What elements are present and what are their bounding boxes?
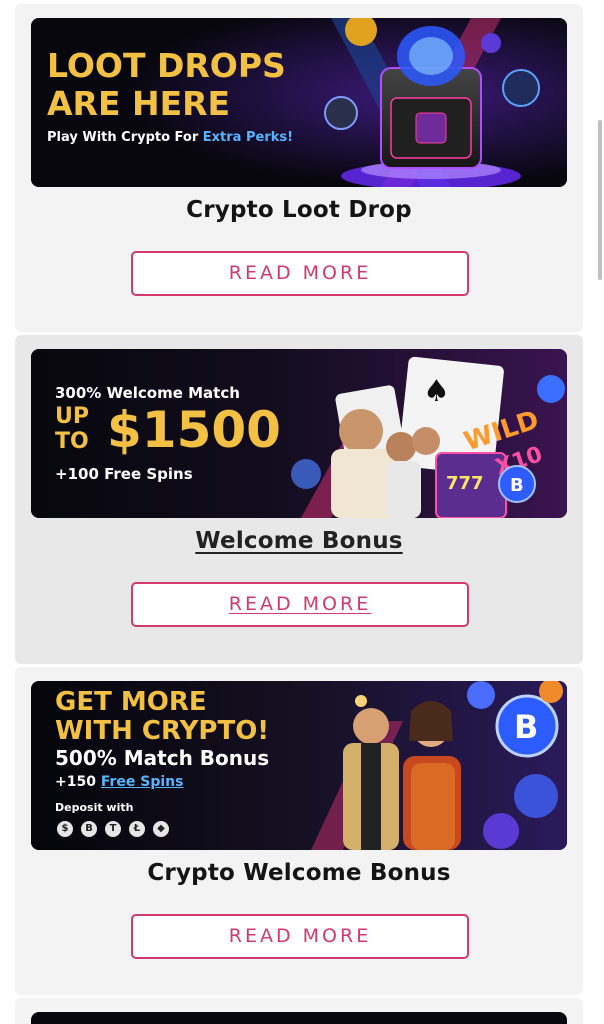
banner-spins-line: +100 Free Spins (55, 465, 193, 483)
promo-title[interactable]: Welcome Bonus (15, 528, 583, 554)
banner-headline-line1: GET MORE (55, 687, 207, 717)
banner-deposit-label: Deposit with (55, 801, 134, 814)
banner-to-label: TO (55, 429, 89, 454)
banner-tagline-lead: Play With Crypto For (47, 130, 203, 145)
promo-card-next (15, 998, 583, 1024)
banner-match-line: 300% Welcome Match (55, 384, 240, 402)
read-more-button[interactable]: READ MORE (131, 582, 469, 627)
scrollbar-thumb[interactable] (598, 120, 602, 280)
promo-card-welcome-bonus: ♠ 777 WILD X10 B 300% Welcome Match UP T… (15, 335, 583, 664)
svg-text:B: B (510, 475, 524, 496)
svg-text:777: 777 (446, 473, 484, 494)
usd-coin-icon: $ (57, 821, 73, 837)
promo-title[interactable]: Crypto Loot Drop (15, 197, 583, 223)
promo-title[interactable]: Crypto Welcome Bonus (15, 860, 583, 886)
banner-spins-line: +150 Free Spins (55, 774, 183, 790)
ethereum-coin-icon: ◆ (153, 821, 169, 837)
read-more-button[interactable]: READ MORE (131, 251, 469, 296)
tether-coin-icon: T (105, 821, 121, 837)
read-more-label: READ MORE (228, 593, 372, 615)
banner-headline-line1: LOOT DROPS (47, 46, 286, 85)
banner-headline-line2: WITH CRYPTO! (55, 716, 270, 746)
banner-match-line: 500% Match Bonus (55, 746, 270, 770)
promotions-page: LOOT DROPS ARE HERE Play With Crypto For… (0, 0, 604, 1024)
banner-spins-lead: +150 (55, 774, 101, 790)
svg-text:B: B (514, 708, 538, 746)
banner-tagline: Play With Crypto For Extra Perks! (47, 130, 293, 145)
read-more-label: READ MORE (228, 262, 372, 284)
banner-tagline-highlight: Extra Perks! (202, 130, 294, 145)
banner-headline-line2: ARE HERE (47, 84, 231, 123)
promo-card-crypto-welcome-bonus: B GET MORE WITH CRYPTO! 500% Match Bonus… (15, 667, 583, 995)
promo-card-crypto-loot-drop: LOOT DROPS ARE HERE Play With Crypto For… (15, 4, 583, 332)
litecoin-coin-icon: Ł (129, 821, 145, 837)
svg-text:♠: ♠ (423, 374, 450, 409)
promo-banner-loot-drop[interactable]: LOOT DROPS ARE HERE Play With Crypto For… (31, 18, 567, 187)
banner-amount: $1500 (107, 401, 281, 459)
promo-banner-welcome-bonus[interactable]: ♠ 777 WILD X10 B 300% Welcome Match UP T… (31, 349, 567, 518)
banner-up-label: UP (55, 404, 89, 429)
promo-banner-next[interactable] (31, 1012, 567, 1024)
bitcoin-coin-icon: B (81, 821, 97, 837)
promo-banner-crypto-welcome[interactable]: B GET MORE WITH CRYPTO! 500% Match Bonus… (31, 681, 567, 850)
banner-spins-highlight: Free Spins (100, 774, 184, 790)
read-more-button[interactable]: READ MORE (131, 914, 469, 959)
read-more-label: READ MORE (228, 925, 372, 947)
